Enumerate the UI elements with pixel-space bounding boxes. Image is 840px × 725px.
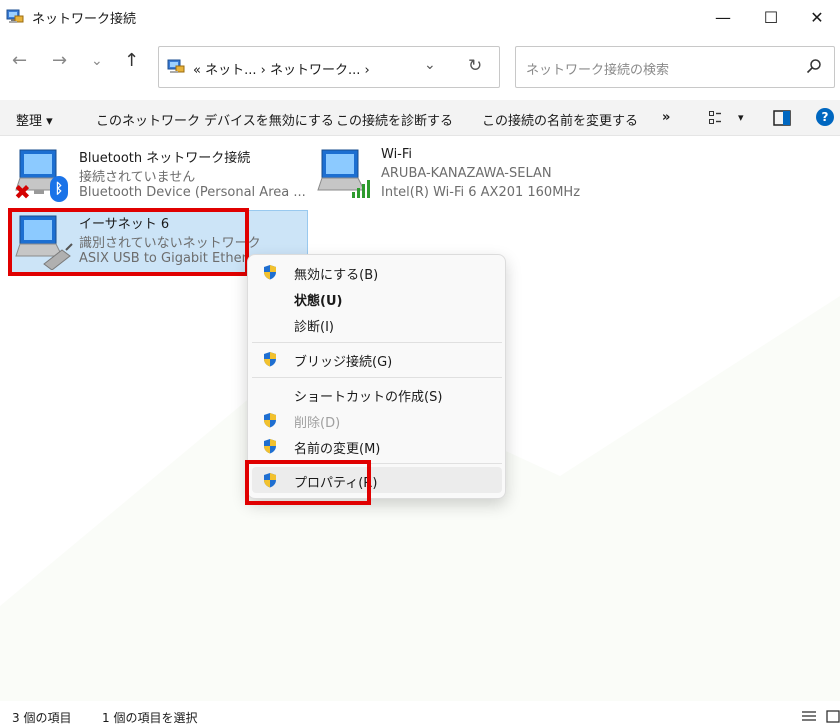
- menu-item-disable[interactable]: 無効にする(B): [252, 259, 502, 285]
- chevron-down-icon: ⌄: [91, 53, 103, 69]
- back-arrow-icon: ←: [12, 50, 28, 71]
- organize-button[interactable]: 整理 ▾: [16, 110, 53, 129]
- more-commands-button[interactable]: »: [662, 110, 670, 125]
- title-bar: ネットワーク接続 — ☐ ✕: [0, 0, 840, 34]
- address-dropdown-button[interactable]: ⌄: [424, 57, 436, 73]
- connection-name: イーサネット 6: [79, 217, 170, 232]
- preview-pane-icon[interactable]: [773, 110, 791, 126]
- up-button[interactable]: ↑: [124, 52, 139, 70]
- network-adapter-icon: [15, 215, 73, 270]
- connection-device: Bluetooth Device (Personal Area ...: [79, 185, 306, 200]
- search-box[interactable]: ネットワーク接続の検索: [515, 46, 835, 88]
- window-title: ネットワーク接続: [32, 12, 137, 27]
- status-bar: 3 個の項目 1 個の項目を選択: [0, 701, 840, 725]
- disconnected-x-icon: ✖: [14, 180, 31, 204]
- back-button[interactable]: ←: [12, 52, 27, 70]
- menu-item-diagnose[interactable]: 診断(I): [252, 311, 502, 337]
- network-adapter-icon: [317, 149, 370, 198]
- context-menu: 無効にする(B) 状態(U) 診断(I) ブリッジ接続(G) ショートカットの作…: [247, 254, 506, 499]
- connection-item-bluetooth[interactable]: ✖ ᛒ Bluetooth ネットワーク接続 接続されていません Bluetoo…: [10, 144, 310, 208]
- menu-item-label: ショートカットの作成(S): [294, 390, 443, 405]
- forward-button[interactable]: →: [52, 52, 67, 70]
- minimize-button[interactable]: —: [700, 0, 746, 34]
- menu-item-rename[interactable]: 名前の変更(M): [252, 433, 502, 459]
- command-bar: 整理 ▾ このネットワーク デバイスを無効にする この接続を診断する この接続の…: [0, 100, 840, 136]
- menu-separator: [252, 377, 502, 378]
- selection-count: 1 個の項目を選択: [102, 711, 198, 725]
- connection-status: 接続されていません: [79, 170, 196, 185]
- connection-status: 識別されていないネットワーク: [79, 236, 261, 251]
- view-dropdown-button[interactable]: ▾: [738, 111, 744, 124]
- help-icon: ?: [821, 110, 829, 124]
- menu-item-label: 削除(D): [294, 416, 341, 431]
- menu-item-status[interactable]: 状態(U): [252, 285, 502, 311]
- recent-locations-button[interactable]: ⌄: [91, 54, 103, 68]
- connection-device: ASIX USB to Gigabit Ethern: [79, 251, 245, 266]
- uac-shield-icon: [264, 352, 276, 367]
- refresh-button[interactable]: ↻: [468, 56, 482, 76]
- connection-item-wifi[interactable]: Wi-Fi ARUBA-KANAZAWA-SELAN Intel(R) Wi-F…: [312, 144, 612, 208]
- maximize-icon: ☐: [763, 7, 779, 27]
- help-button[interactable]: ?: [816, 108, 834, 126]
- menu-item-create-shortcut[interactable]: ショートカットの作成(S): [252, 381, 502, 407]
- menu-separator: [252, 342, 502, 343]
- large-icons-view-icon[interactable]: [826, 710, 840, 723]
- diagnose-button[interactable]: この接続を診断する: [336, 110, 453, 129]
- menu-separator: [252, 463, 502, 464]
- address-path[interactable]: « ネット... › ネットワーク... ›: [193, 59, 370, 78]
- chevron-down-icon: ⌄: [424, 57, 436, 73]
- menu-item-label: 名前の変更(M): [294, 442, 381, 457]
- network-connections-icon: [167, 59, 185, 73]
- view-options-icon[interactable]: [709, 111, 725, 125]
- close-button[interactable]: ✕: [794, 0, 840, 34]
- address-bar[interactable]: « ネット... › ネットワーク... › ⌄ ↻: [158, 46, 500, 88]
- disable-device-button[interactable]: このネットワーク デバイスを無効にする: [96, 110, 334, 129]
- menu-item-label: 状態(U): [294, 294, 343, 309]
- network-connections-icon: [6, 9, 24, 23]
- up-arrow-icon: ↑: [124, 50, 140, 71]
- menu-item-label: 無効にする(B): [294, 268, 379, 283]
- details-view-icon[interactable]: [802, 710, 816, 723]
- close-icon: ✕: [810, 7, 824, 27]
- search-icon[interactable]: [806, 58, 822, 74]
- connection-device: Intel(R) Wi-Fi 6 AX201 160MHz: [381, 185, 581, 200]
- uac-shield-icon: [264, 439, 276, 454]
- search-input[interactable]: ネットワーク接続の検索: [526, 59, 669, 78]
- menu-item-label: プロパティ(R): [294, 476, 378, 491]
- uac-shield-icon: [264, 473, 276, 488]
- rename-button[interactable]: この接続の名前を変更する: [482, 110, 638, 129]
- menu-item-label: ブリッジ接続(G): [294, 355, 393, 370]
- connection-name: Bluetooth ネットワーク接続: [79, 151, 251, 166]
- menu-item-label: 診断(I): [294, 320, 334, 335]
- maximize-button[interactable]: ☐: [748, 0, 794, 34]
- item-count: 3 個の項目: [12, 711, 72, 725]
- bluetooth-icon: ᛒ: [50, 176, 68, 202]
- refresh-icon: ↻: [468, 56, 483, 76]
- minimize-icon: —: [715, 7, 731, 27]
- menu-item-delete: 削除(D): [252, 407, 502, 433]
- uac-shield-icon: [264, 413, 276, 428]
- uac-shield-icon: [264, 265, 276, 280]
- connection-status: ARUBA-KANAZAWA-SELAN: [381, 166, 552, 181]
- connection-name: Wi-Fi: [381, 147, 413, 162]
- forward-arrow-icon: →: [52, 50, 68, 71]
- menu-item-properties[interactable]: プロパティ(R): [252, 467, 502, 493]
- menu-item-bridge[interactable]: ブリッジ接続(G): [252, 346, 502, 372]
